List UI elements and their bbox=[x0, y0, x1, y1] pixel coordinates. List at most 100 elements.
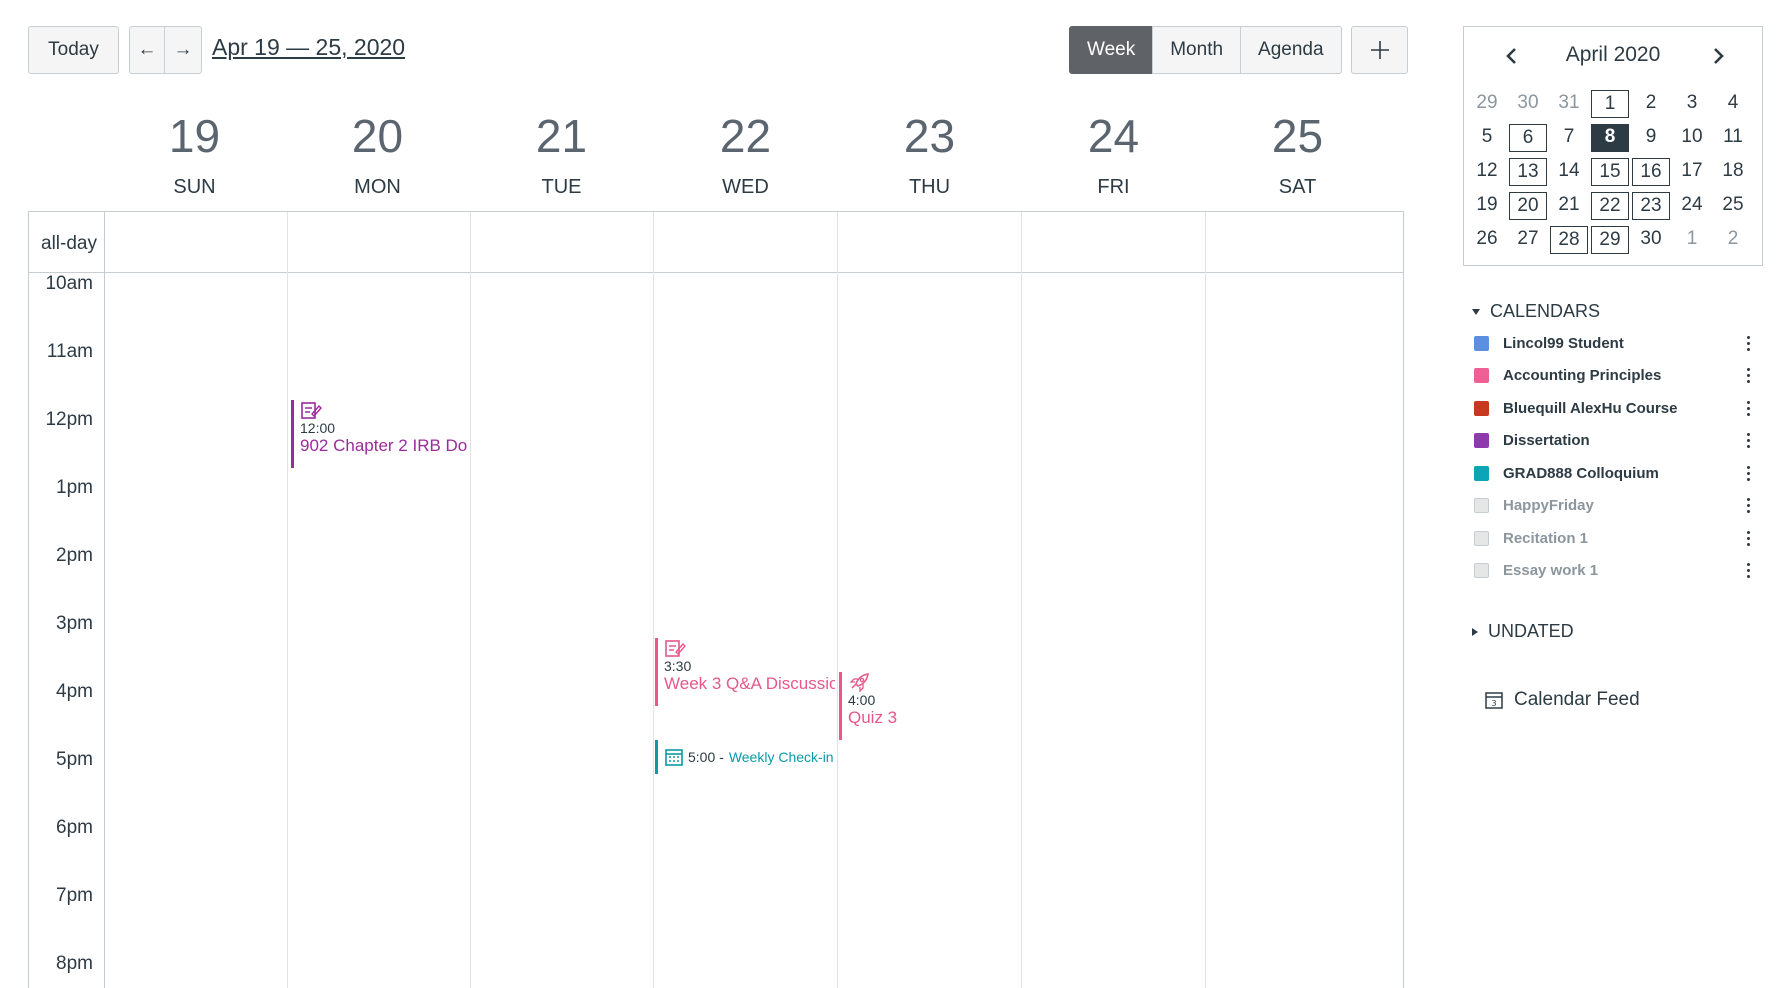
week-view-button[interactable]: Week bbox=[1069, 26, 1154, 74]
mini-calendar-day[interactable]: 3 bbox=[1673, 90, 1711, 118]
mini-calendar-day[interactable]: 5 bbox=[1468, 124, 1506, 152]
calendar-item[interactable]: HappyFriday bbox=[1474, 494, 1754, 518]
mini-calendar-day[interactable]: 29 bbox=[1591, 226, 1629, 254]
mini-calendar-day[interactable]: 8 bbox=[1591, 124, 1629, 152]
calendar-options-kebab-icon[interactable] bbox=[1742, 368, 1754, 383]
mini-calendar-day[interactable]: 7 bbox=[1550, 124, 1588, 152]
next-week-button[interactable]: → bbox=[164, 26, 202, 74]
calendar-item[interactable]: Bluequill AlexHu Course bbox=[1474, 396, 1754, 420]
day-header-sat: 25 SAT bbox=[1206, 108, 1389, 200]
day-name: MON bbox=[354, 176, 401, 198]
calendar-event[interactable]: 12:00 902 Chapter 2 IRB Do bbox=[291, 400, 467, 468]
month-view-button[interactable]: Month bbox=[1152, 26, 1242, 74]
chevron-right-icon[interactable] bbox=[1712, 47, 1726, 65]
calendar-options-kebab-icon[interactable] bbox=[1742, 335, 1754, 351]
calendar-event[interactable]: 3:30 Week 3 Q&A Discussio bbox=[655, 638, 835, 706]
mini-calendar-day[interactable]: 14 bbox=[1550, 158, 1588, 186]
calendar-name: GRAD888 Colloquium bbox=[1503, 464, 1659, 482]
calendar-color-checkbox[interactable] bbox=[1474, 433, 1489, 448]
calendar-options-kebab-icon[interactable] bbox=[1742, 498, 1754, 513]
mini-calendar-day[interactable]: 29 bbox=[1468, 90, 1506, 118]
view-switcher: Week Month Agenda bbox=[1069, 26, 1342, 74]
day-name: WED bbox=[722, 176, 769, 198]
assignment-icon bbox=[301, 402, 322, 419]
calendar-color-checkbox[interactable] bbox=[1474, 368, 1489, 383]
calendar-options-kebab-icon[interactable] bbox=[1742, 400, 1754, 416]
calendar-color-checkbox[interactable] bbox=[1474, 563, 1489, 578]
mini-calendar-day[interactable]: 25 bbox=[1714, 192, 1752, 220]
mini-calendar-day[interactable]: 24 bbox=[1673, 192, 1711, 220]
time-label: 5pm bbox=[56, 749, 93, 770]
mini-calendar-day[interactable]: 15 bbox=[1591, 158, 1629, 186]
time-label: 11am bbox=[46, 341, 93, 362]
mini-calendar-day[interactable]: 4 bbox=[1714, 90, 1752, 118]
all-day-label: all-day bbox=[41, 233, 97, 254]
day-header-fri: 24 FRI bbox=[1022, 108, 1205, 200]
time-label: 4pm bbox=[56, 681, 93, 702]
mini-calendar-day[interactable]: 16 bbox=[1632, 158, 1670, 186]
mini-calendar-day[interactable]: 30 bbox=[1509, 90, 1547, 118]
calendar-event-icon bbox=[665, 749, 683, 766]
date-range-heading[interactable]: Apr 19 — 25, 2020 bbox=[212, 34, 405, 61]
calendar-color-checkbox[interactable] bbox=[1474, 335, 1489, 351]
mini-calendar-day[interactable]: 18 bbox=[1714, 158, 1752, 186]
prev-week-button[interactable]: ← bbox=[129, 26, 165, 74]
mini-calendar-day[interactable]: 30 bbox=[1632, 226, 1670, 254]
caret-down-icon bbox=[1472, 308, 1480, 315]
mini-calendar-day[interactable]: 6 bbox=[1509, 124, 1547, 152]
mini-calendar-day[interactable]: 31 bbox=[1550, 90, 1588, 118]
time-label: 2pm bbox=[56, 545, 93, 566]
calendar-item[interactable]: Recitation 1 bbox=[1474, 526, 1754, 550]
calendar-item[interactable]: GRAD888 Colloquium bbox=[1474, 461, 1754, 485]
mini-calendar-day[interactable]: 2 bbox=[1714, 226, 1752, 254]
column-divider bbox=[470, 212, 471, 988]
mini-calendar-day[interactable]: 17 bbox=[1673, 158, 1711, 186]
mini-calendar-day[interactable]: 20 bbox=[1509, 192, 1547, 220]
calendar-options-kebab-icon[interactable] bbox=[1742, 530, 1754, 546]
day-number: 22 bbox=[719, 110, 772, 162]
today-button[interactable]: Today bbox=[28, 26, 119, 74]
undated-heading[interactable]: UNDATED bbox=[1472, 621, 1574, 642]
calendar-feed-link[interactable]: 3 Calendar Feed bbox=[1484, 689, 1640, 711]
calendar-options-kebab-icon[interactable] bbox=[1742, 433, 1754, 448]
column-divider bbox=[1021, 212, 1022, 988]
mini-calendar-day[interactable]: 22 bbox=[1591, 192, 1629, 220]
mini-calendar-day[interactable]: 10 bbox=[1673, 124, 1711, 152]
day-name: SUN bbox=[173, 176, 216, 198]
calendar-options-kebab-icon[interactable] bbox=[1742, 563, 1754, 578]
mini-calendar-day[interactable]: 1 bbox=[1591, 90, 1629, 118]
mini-calendar-day[interactable]: 28 bbox=[1550, 226, 1588, 254]
calendar-options-kebab-icon[interactable] bbox=[1742, 465, 1754, 481]
calendar-event[interactable]: 5:00 - Weekly Check-in bbox=[655, 740, 835, 774]
mini-calendar-day[interactable]: 2 bbox=[1632, 90, 1670, 118]
event-time: 5:00 - bbox=[688, 749, 724, 765]
mini-calendar-day[interactable]: 27 bbox=[1509, 226, 1547, 254]
calendars-heading[interactable]: CALENDARS bbox=[1472, 301, 1600, 322]
agenda-view-button[interactable]: Agenda bbox=[1240, 26, 1342, 74]
calendar-event[interactable]: 4:00 Quiz 3 bbox=[839, 672, 1019, 740]
column-divider bbox=[104, 212, 105, 988]
calendar-color-checkbox[interactable] bbox=[1474, 498, 1489, 513]
time-label: 10am bbox=[45, 273, 93, 294]
mini-calendar-day[interactable]: 13 bbox=[1509, 158, 1547, 186]
mini-calendar-day[interactable]: 11 bbox=[1714, 124, 1752, 152]
mini-calendar-day[interactable]: 9 bbox=[1632, 124, 1670, 152]
quiz-rocket-icon bbox=[849, 673, 869, 692]
mini-calendar-day[interactable]: 1 bbox=[1673, 226, 1711, 254]
mini-calendar-day[interactable]: 26 bbox=[1468, 226, 1506, 254]
calendar-item[interactable]: Lincol99 Student bbox=[1474, 331, 1754, 355]
calendar-color-checkbox[interactable] bbox=[1474, 530, 1489, 546]
add-event-button[interactable] bbox=[1351, 26, 1408, 74]
all-day-row: all-day bbox=[29, 212, 1403, 273]
calendar-color-checkbox[interactable] bbox=[1474, 400, 1489, 416]
mini-calendar-day[interactable]: 21 bbox=[1550, 192, 1588, 220]
mini-calendar-day[interactable]: 12 bbox=[1468, 158, 1506, 186]
day-header-sun: 19 SUN bbox=[103, 108, 286, 200]
calendar-item[interactable]: Essay work 1 bbox=[1474, 559, 1754, 583]
calendar-color-checkbox[interactable] bbox=[1474, 465, 1489, 481]
event-title: 902 Chapter 2 IRB Do bbox=[300, 436, 467, 455]
mini-calendar-day[interactable]: 23 bbox=[1632, 192, 1670, 220]
mini-calendar-day[interactable]: 19 bbox=[1468, 192, 1506, 220]
calendar-item[interactable]: Dissertation bbox=[1474, 429, 1754, 453]
calendar-item[interactable]: Accounting Principles bbox=[1474, 364, 1754, 388]
